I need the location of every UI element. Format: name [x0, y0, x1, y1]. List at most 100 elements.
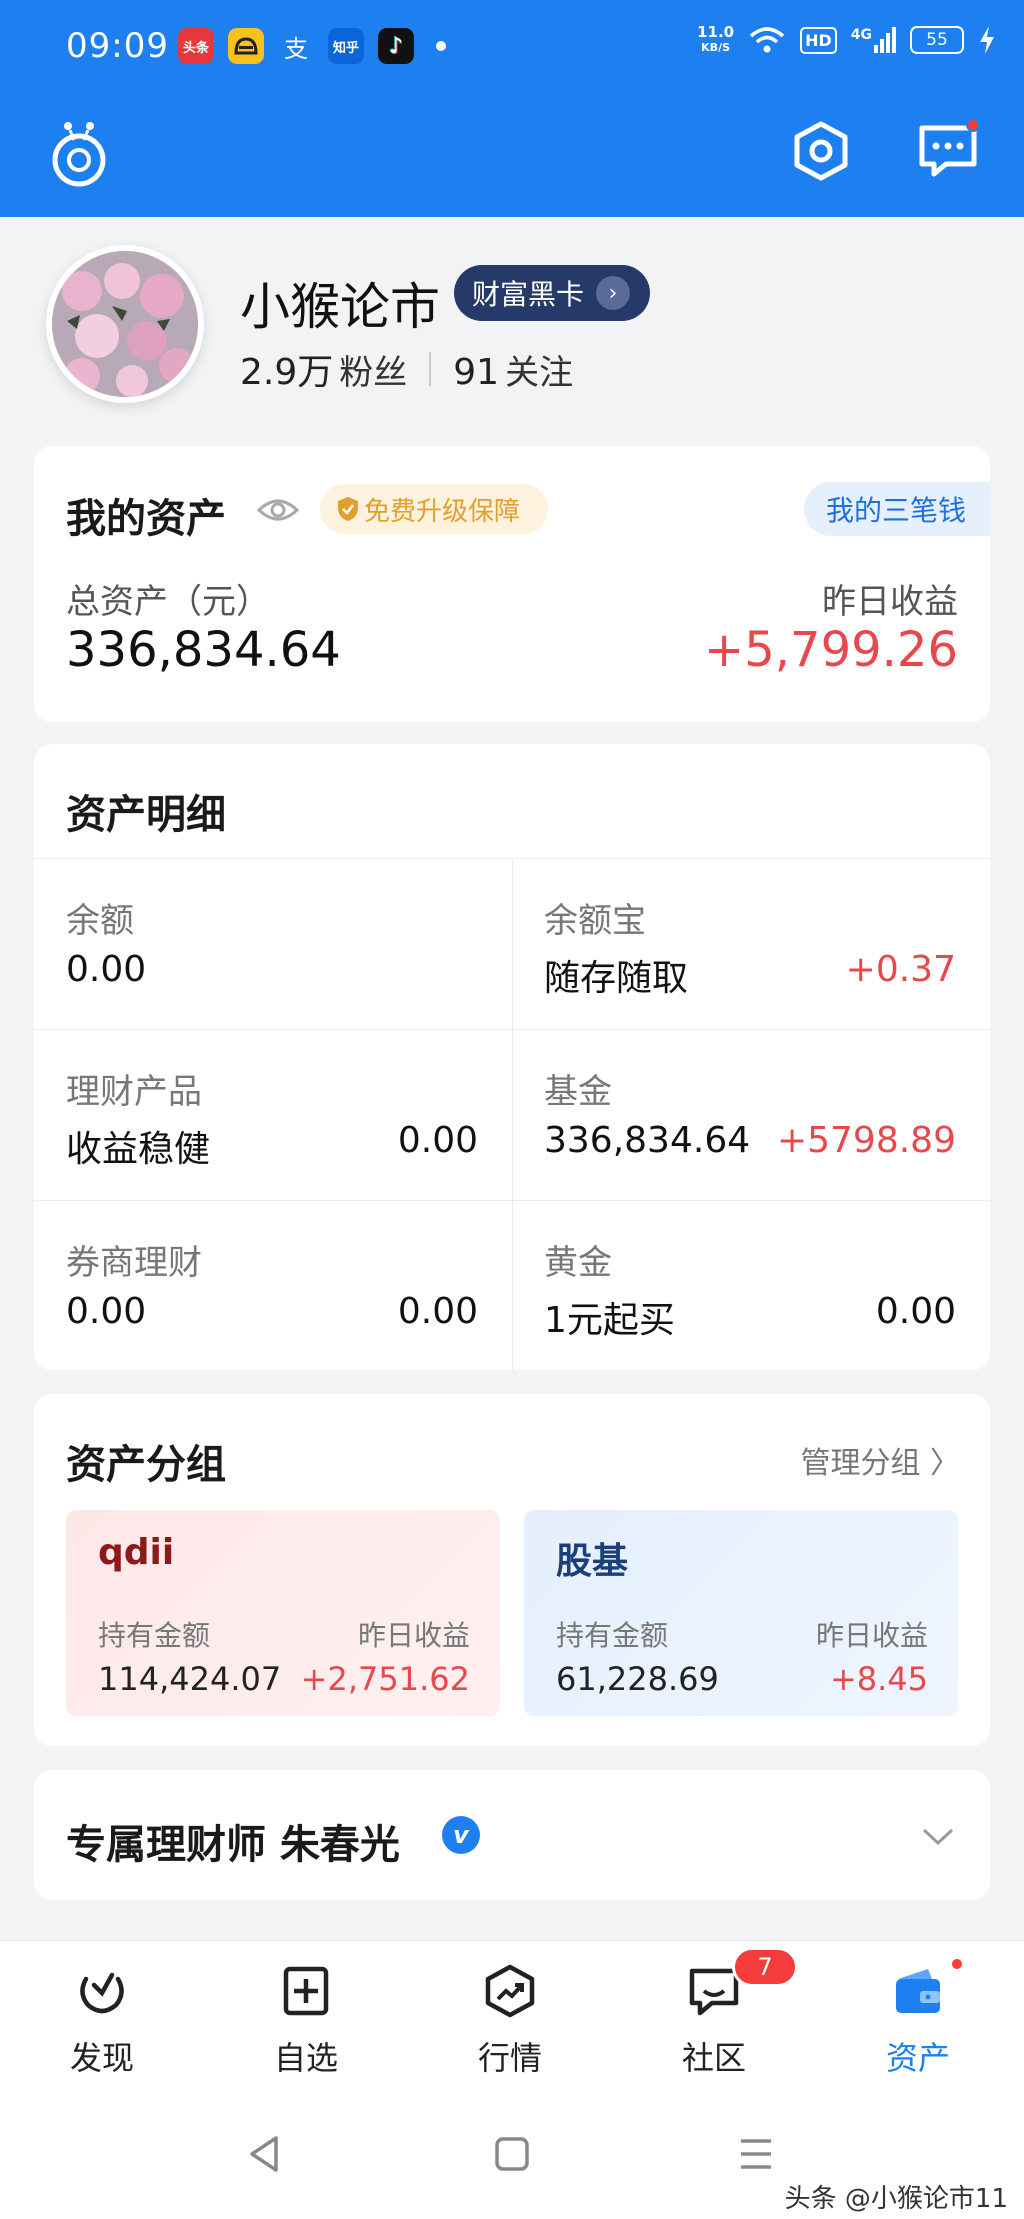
group-card-qdii[interactable]: qdii 持有金额 昨日收益 114,424.07 +2,751.62 — [66, 1510, 500, 1716]
home-icon[interactable] — [494, 2136, 530, 2172]
detail-funds[interactable]: 基金 336,834.64 +5798.89 — [512, 1030, 990, 1200]
username[interactable]: 小猴论市 — [240, 267, 440, 339]
detail-balance[interactable]: 余额 0.00 — [34, 859, 512, 1029]
divider — [429, 352, 432, 386]
yesterday-income-value: +5,799.26 — [704, 622, 958, 678]
eye-icon[interactable] — [256, 490, 300, 530]
group-yesterday-label: 昨日收益 — [815, 1619, 928, 1652]
advisor-title: 专属理财师 朱春光 — [66, 1822, 400, 1868]
status-bar: 09:09 头条 支 知乎 ♪ 11.0 KB/S HD 4G 55 — [0, 0, 1024, 92]
alipay-app-icon: 支 — [278, 28, 314, 64]
total-assets-value: 336,834.64 — [66, 622, 341, 678]
group-hold-label: 持有金额 — [556, 1619, 669, 1652]
back-icon[interactable] — [246, 2134, 282, 2174]
chevron-right-icon: › — [596, 276, 631, 310]
signal-icon: 4G — [851, 27, 896, 53]
upgrade-protection-badge[interactable]: 免费升级保障 — [320, 484, 548, 534]
detail-sub: 随存随取 — [544, 958, 689, 999]
detail-sub: 1元起买 — [544, 1300, 675, 1341]
discover-icon — [80, 1972, 124, 2014]
profile-stats: 2.9万 粉丝 91 关注 — [240, 343, 573, 395]
message-unread-dot — [966, 118, 980, 132]
status-time: 09:09 — [66, 26, 169, 66]
detail-sub: 收益稳健 — [66, 1129, 211, 1170]
wallet-icon — [896, 1969, 940, 2013]
nav-discover[interactable]: 发现 — [0, 1941, 204, 2091]
detail-broker-wealth[interactable]: 券商理财 0.00 0.00 — [34, 1201, 512, 1370]
top-bar: 09:09 头条 支 知乎 ♪ 11.0 KB/S HD 4G 55 — [0, 0, 1024, 217]
total-assets-label: 总资产（元） — [66, 582, 270, 622]
charging-icon — [980, 26, 994, 54]
detail-gold[interactable]: 黄金 1元起买 0.00 — [512, 1201, 990, 1370]
watermark: 头条 @小猴论市11 — [784, 2184, 1008, 2214]
group-hold-label: 持有金额 — [98, 1619, 211, 1652]
group-hold-value: 61,228.69 — [556, 1660, 719, 1698]
detail-wealth-products[interactable]: 理财产品 收益稳健 0.00 — [34, 1030, 512, 1200]
meituan-app-icon — [228, 28, 264, 64]
group-name: 股基 — [556, 1541, 629, 1582]
group-name: qdii — [98, 1532, 175, 1573]
network-speed: 11.0 KB/S — [697, 23, 735, 54]
watchlist-icon — [283, 1966, 329, 2016]
detail-amount: 0.00 — [875, 1291, 956, 1332]
app-logo-icon[interactable] — [48, 118, 110, 188]
detail-label: 余额宝 — [544, 901, 646, 941]
detail-sub: 336,834.64 — [544, 1120, 751, 1161]
asset-groups-card: 资产分组 管理分组 〉 qdii 持有金额 昨日收益 114,424.07 +2… — [34, 1394, 990, 1746]
group-hold-value: 114,424.07 — [98, 1660, 282, 1698]
yesterday-income-label: 昨日收益 — [822, 582, 958, 622]
vip-card-label: 财富黑卡 — [472, 278, 585, 311]
more-notifications-dot — [436, 41, 446, 51]
detail-amount: +0.37 — [845, 949, 956, 990]
detail-yuebao[interactable]: 余额宝 随存随取 +0.37 — [512, 859, 990, 1029]
nav-watchlist[interactable]: 自选 — [204, 1941, 408, 2091]
following-link[interactable]: 91 关注 — [453, 345, 573, 394]
nav-label: 社区 — [681, 2039, 746, 2077]
manage-groups-link[interactable]: 管理分组 〉 — [800, 1438, 960, 1482]
detail-label: 余额 — [66, 901, 134, 941]
followers-link[interactable]: 2.9万 粉丝 — [240, 343, 407, 395]
nav-community[interactable]: 7 社区 — [612, 1941, 816, 2091]
asset-details-card: 资产明细 余额 0.00 余额宝 随存随取 +0.37 理财产品 收益稳健 0.… — [34, 744, 990, 1370]
nav-assets[interactable]: 资产 — [816, 1941, 1020, 2091]
group-card-stock-fund[interactable]: 股基 持有金额 昨日收益 61,228.69 +8.45 — [524, 1510, 958, 1716]
market-icon — [485, 1964, 535, 2018]
avatar-roses-image — [52, 251, 198, 397]
group-yesterday-value: +8.45 — [829, 1660, 928, 1698]
chevron-down-icon[interactable] — [918, 1816, 958, 1856]
vip-card-button[interactable]: 财富黑卡 › — [454, 265, 650, 321]
group-yesterday-value: +2,751.62 — [300, 1660, 470, 1698]
detail-label: 黄金 — [544, 1243, 612, 1283]
hd-indicator: HD — [800, 26, 837, 54]
nav-label: 资产 — [885, 2039, 950, 2077]
notification-apps: 头条 支 知乎 ♪ — [178, 28, 446, 64]
detail-label: 理财产品 — [66, 1072, 202, 1112]
detail-label: 券商理财 — [66, 1243, 202, 1283]
asset-details-grid: 余额 0.00 余额宝 随存随取 +0.37 理财产品 收益稳健 0.00 基金… — [34, 858, 990, 1370]
status-right: 11.0 KB/S HD 4G 55 — [697, 24, 996, 56]
battery-icon: 55 — [910, 26, 964, 54]
asset-groups-title: 资产分组 — [66, 1442, 226, 1488]
three-money-button[interactable]: 我的三笔钱 — [804, 482, 990, 536]
profile-section: 小猴论市 财富黑卡 › 2.9万 粉丝 91 关注 — [0, 217, 1024, 437]
assets-unread-dot — [950, 1957, 964, 1971]
nav-label: 发现 — [69, 2039, 134, 2077]
detail-label: 基金 — [544, 1072, 612, 1112]
bottom-nav: 发现 自选 行情 7 社区 资产 — [0, 1940, 1024, 2090]
nav-label: 自选 — [273, 2039, 338, 2077]
settings-hexagon-icon[interactable] — [790, 120, 852, 182]
advisor-card[interactable]: 专属理财师 朱春光 v — [34, 1770, 990, 1900]
zhihu-app-icon: 知乎 — [328, 28, 364, 64]
my-assets-title: 我的资产 — [66, 496, 226, 542]
verified-icon: v — [442, 1816, 480, 1854]
detail-amount: +5798.89 — [776, 1120, 956, 1161]
recent-apps-icon[interactable] — [738, 2136, 774, 2172]
shield-icon — [338, 497, 358, 521]
nav-market[interactable]: 行情 — [408, 1941, 612, 2091]
group-yesterday-label: 昨日收益 — [357, 1619, 470, 1652]
nav-label: 行情 — [477, 2039, 542, 2077]
avatar[interactable] — [46, 245, 204, 403]
my-assets-card[interactable]: 我的资产 免费升级保障 我的三笔钱 总资产（元） 336,834.64 昨日收益… — [34, 446, 990, 722]
messages-button[interactable] — [916, 118, 980, 180]
detail-sub: 0.00 — [66, 1291, 147, 1332]
